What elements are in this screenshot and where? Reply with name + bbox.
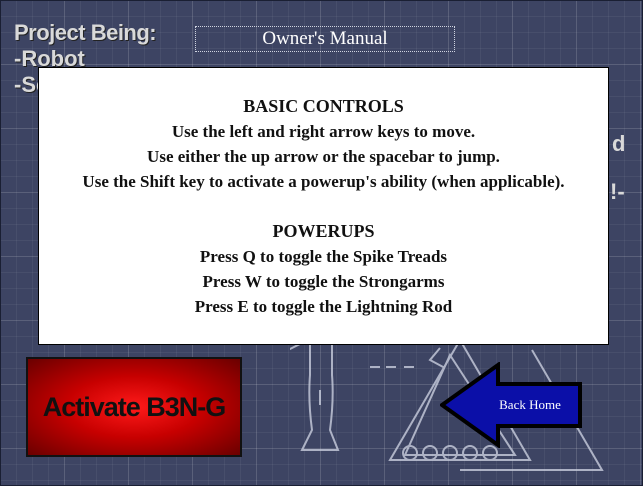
powerup-line-strongarms: Press W to toggle the Strongarms	[202, 272, 445, 291]
activate-robot-button[interactable]: Activate B3N-G	[26, 357, 242, 457]
owners-manual-dialog: BASIC CONTROLS Use the left and right ar…	[38, 67, 609, 345]
owners-manual-tab[interactable]: Owner's Manual	[195, 26, 455, 52]
hidden-text-fragment: !-	[610, 179, 625, 204]
control-line-jump: Use either the up arrow or the spacebar …	[147, 147, 500, 166]
back-home-button[interactable]: Back Home	[440, 362, 585, 448]
basic-controls-heading: BASIC CONTROLS	[243, 96, 404, 116]
back-home-label: Back Home	[499, 397, 561, 412]
powerup-line-lightning-rod: Press E to toggle the Lightning Rod	[194, 297, 453, 316]
hidden-text-fragment: d	[612, 131, 626, 156]
powerups-heading: POWERUPS	[272, 221, 375, 241]
powerup-line-spike-treads: Press Q to toggle the Spike Treads	[199, 247, 448, 266]
control-line-powerup: Use the Shift key to activate a powerup'…	[82, 172, 565, 191]
control-line-move: Use the left and right arrow keys to mov…	[171, 122, 476, 141]
project-title: Project Being:	[14, 20, 157, 45]
